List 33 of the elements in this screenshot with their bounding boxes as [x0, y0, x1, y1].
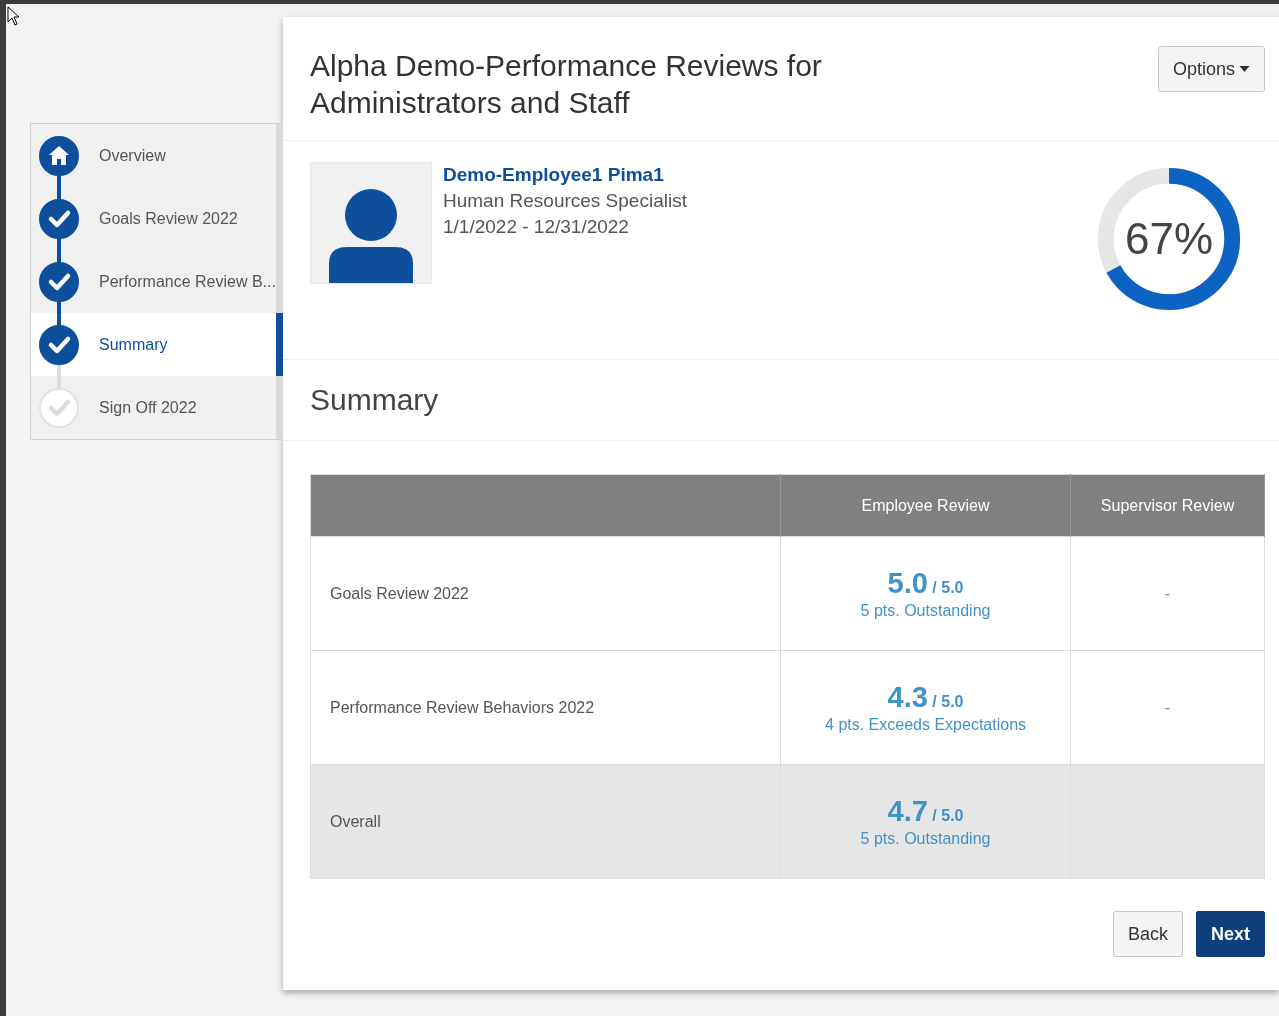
rating: 4 pts. Exceeds Expectations	[824, 716, 1028, 734]
rating: 5 pts. Outstanding	[859, 602, 992, 620]
check-icon	[39, 387, 79, 428]
page-title: Alpha Demo-Performance Reviews for Administrators and Staff	[310, 48, 823, 121]
next-button[interactable]: Next	[1196, 911, 1265, 957]
column-header: Employee Review	[780, 474, 1071, 537]
caret-icon	[1239, 66, 1250, 72]
employee-name-link[interactable]: Demo-Employee1 Pima1	[443, 162, 687, 188]
step-item[interactable]: Summary	[31, 313, 283, 376]
rating: 5 pts. Outstanding	[859, 830, 992, 848]
supervisor-score: -	[1164, 698, 1171, 716]
column-header: Supervisor Review	[1070, 474, 1265, 537]
back-button[interactable]: Back	[1112, 911, 1183, 957]
check-icon	[39, 198, 79, 239]
score-max: / 5.0	[932, 693, 964, 710]
score: 5.0	[887, 567, 928, 599]
score-max: / 5.0	[932, 807, 964, 824]
table-cell: Overall	[310, 764, 781, 879]
table-cell: Performance Review Behaviors 2022	[310, 650, 781, 765]
progress-percent: 67%	[1124, 214, 1214, 264]
score: 4.7	[887, 795, 928, 827]
review-period: 1/1/2022 - 12/31/2022	[443, 215, 630, 239]
table-cell: Goals Review 2022	[310, 536, 781, 651]
check-icon	[39, 261, 79, 302]
score: 4.3	[887, 681, 928, 713]
cursor-icon	[7, 6, 19, 26]
section-title: Summary	[310, 383, 439, 417]
check-icon	[39, 324, 79, 365]
score-max: / 5.0	[932, 579, 964, 596]
options-button[interactable]: Options	[1157, 46, 1265, 92]
home-icon	[39, 135, 79, 176]
job-title: Human Resources Specialist	[443, 189, 687, 213]
supervisor-score: -	[1164, 584, 1171, 602]
